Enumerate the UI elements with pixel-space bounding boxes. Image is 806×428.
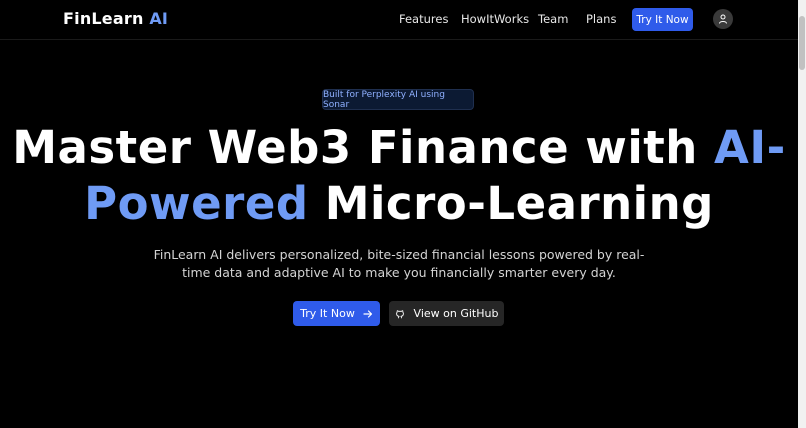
headline-part-2: Micro-Learning [308, 177, 714, 230]
logo[interactable]: FinLearn AI [63, 9, 168, 28]
user-icon [719, 14, 727, 24]
nav-link-plans[interactable]: Plans [586, 12, 616, 26]
logo-accent-text: AI [149, 9, 169, 28]
nav-cta-label: Try It Now [636, 13, 689, 26]
view-on-github-button[interactable]: View on GitHub [389, 301, 504, 326]
arrow-right-icon [363, 309, 372, 318]
logo-text: FinLearn [63, 9, 144, 28]
built-for-badge: Built for Perplexity AI using Sonar [322, 89, 474, 110]
github-icon [395, 309, 404, 318]
view-on-github-label: View on GitHub [413, 307, 499, 320]
headline-accent-1: AI- [714, 121, 786, 174]
headline-accent-2: Powered [84, 177, 309, 230]
headline-part-1: Master Web3 Finance with [12, 121, 714, 174]
badge-label: Built for Perplexity AI using Sonar [323, 89, 445, 110]
hero-subtitle: FinLearn AI delivers personalized, bite-… [153, 247, 645, 280]
try-it-now-label: Try It Now [300, 307, 355, 320]
nav-link-how-it-works[interactable]: HowItWorks [461, 12, 529, 26]
scrollbar-thumb[interactable] [799, 16, 805, 70]
user-avatar-button[interactable] [713, 9, 733, 29]
nav-link-features[interactable]: Features [399, 12, 448, 26]
hero-headline: Master Web3 Finance with AI- Powered Mic… [0, 120, 798, 232]
nav-link-team[interactable]: Team [538, 12, 568, 26]
top-navbar: FinLearn AI Features HowItWorks Team Pla… [0, 0, 798, 40]
try-it-now-button[interactable]: Try It Now [293, 301, 380, 326]
page-scrollbar[interactable] [798, 0, 806, 428]
nav-try-it-now-button[interactable]: Try It Now [632, 8, 693, 31]
